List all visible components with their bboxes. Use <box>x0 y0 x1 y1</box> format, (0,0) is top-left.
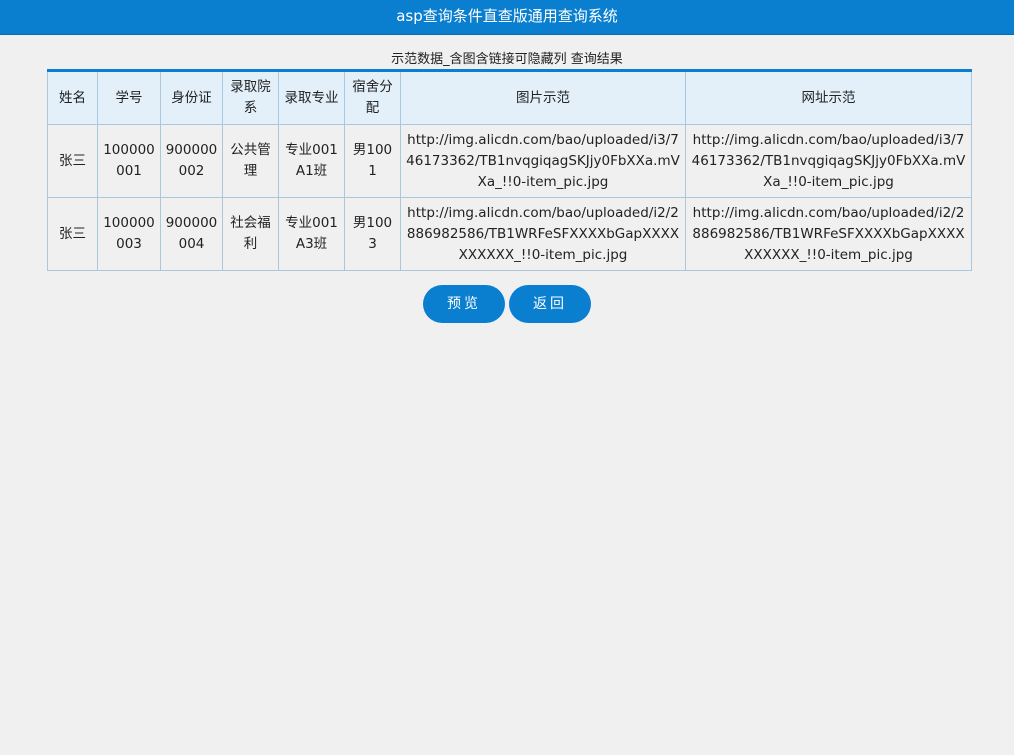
cell-dorm: 男1001 <box>344 124 401 198</box>
cell-name: 张三 <box>47 197 98 271</box>
results-table-container: 姓名 学号 身份证 录取院系 录取专业 宿舍分配 图片示范 网址示范 张三 10… <box>47 69 972 271</box>
cell-student-id: 100000001 <box>97 124 161 198</box>
cell-image-url[interactable]: http://img.alicdn.com/bao/uploaded/i2/28… <box>400 197 686 271</box>
column-header-image: 图片示范 <box>400 70 686 125</box>
app-title: asp查询条件直查版通用查询系统 <box>396 7 618 25</box>
column-header-url: 网址示范 <box>685 70 972 125</box>
cell-id-card: 900000002 <box>160 124 223 198</box>
cell-web-url[interactable]: http://img.alicdn.com/bao/uploaded/i2/28… <box>685 197 972 271</box>
table-row: 张三 100000003 900000004 社会福利 专业001A3班 男10… <box>47 197 972 271</box>
column-header-major: 录取专业 <box>278 70 345 125</box>
results-table: 姓名 学号 身份证 录取院系 录取专业 宿舍分配 图片示范 网址示范 张三 10… <box>47 69 972 271</box>
column-header-student-id: 学号 <box>97 70 161 125</box>
table-header-row: 姓名 学号 身份证 录取院系 录取专业 宿舍分配 图片示范 网址示范 <box>47 70 972 125</box>
cell-student-id: 100000003 <box>97 197 161 271</box>
cell-image-url[interactable]: http://img.alicdn.com/bao/uploaded/i3/74… <box>400 124 686 198</box>
cell-college: 公共管理 <box>222 124 279 198</box>
cell-id-card: 900000004 <box>160 197 223 271</box>
back-button[interactable]: 返回 <box>509 285 591 323</box>
column-header-name: 姓名 <box>47 70 98 125</box>
cell-college: 社会福利 <box>222 197 279 271</box>
cell-name: 张三 <box>47 124 98 198</box>
cell-major: 专业001A1班 <box>278 124 345 198</box>
cell-web-url[interactable]: http://img.alicdn.com/bao/uploaded/i3/74… <box>685 124 972 198</box>
action-buttons: 预览 返回 <box>0 285 1014 323</box>
column-header-college: 录取院系 <box>222 70 279 125</box>
result-caption: 示范数据_含图含链接可隐藏列 查询结果 <box>391 52 623 67</box>
table-row: 张三 100000001 900000002 公共管理 专业001A1班 男10… <box>47 124 972 198</box>
cell-major: 专业001A3班 <box>278 197 345 271</box>
cell-dorm: 男1003 <box>344 197 401 271</box>
column-header-dorm: 宿舍分配 <box>344 70 401 125</box>
column-header-id-card: 身份证 <box>160 70 223 125</box>
preview-button[interactable]: 预览 <box>423 285 505 323</box>
app-title-bar: asp查询条件直查版通用查询系统 <box>0 0 1014 35</box>
